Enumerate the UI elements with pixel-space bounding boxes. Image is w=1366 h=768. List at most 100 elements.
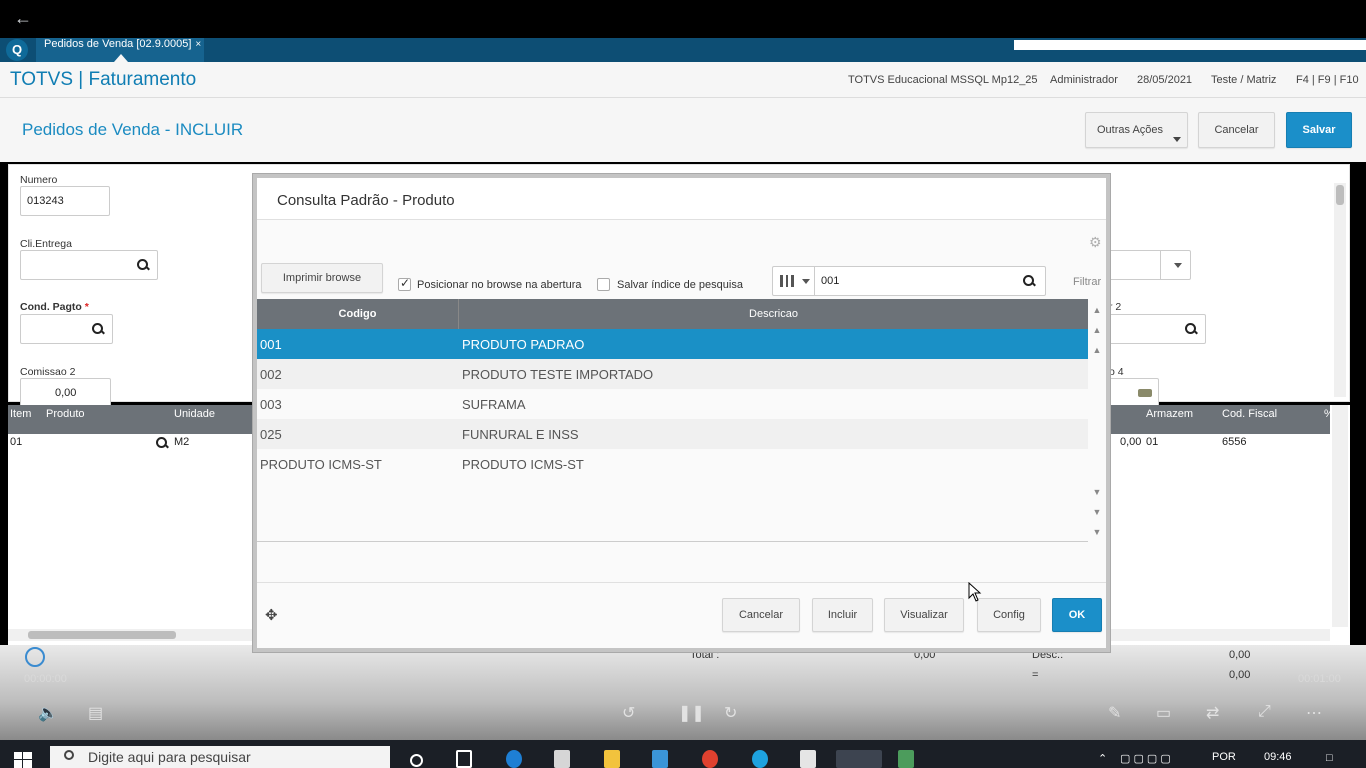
dropdown-field[interactable]: [1109, 250, 1191, 280]
cond-pagto-field[interactable]: [20, 314, 113, 344]
search-icon[interactable]: [1185, 323, 1197, 335]
fullscreen-icon[interactable]: ⤢: [1258, 703, 1271, 721]
language-indicator[interactable]: POR: [1212, 751, 1236, 763]
search-icon[interactable]: [137, 259, 149, 271]
terminal-icon[interactable]: [800, 750, 816, 768]
more-icon[interactable]: ⋯: [1306, 703, 1322, 723]
volume-icon[interactable]: 🔈: [38, 703, 58, 723]
grid-scrollbar[interactable]: [1332, 405, 1348, 627]
date-label[interactable]: 28/05/2021: [1137, 74, 1192, 86]
table-row[interactable]: 025 FUNRURAL E INSS: [257, 419, 1088, 449]
cell-unidade[interactable]: M2: [174, 436, 189, 448]
window-icon[interactable]: ▭: [1156, 703, 1171, 723]
mail-icon[interactable]: [652, 750, 668, 768]
scroll-page-up-icon[interactable]: ▲: [1090, 321, 1104, 339]
save-button[interactable]: Salvar: [1286, 112, 1352, 148]
ie-icon[interactable]: [752, 750, 768, 768]
store-icon[interactable]: [554, 750, 570, 768]
back-arrow-icon[interactable]: ←: [14, 8, 32, 29]
scroll-top-icon[interactable]: ▲: [1090, 301, 1104, 319]
chevron-down-icon: [802, 279, 810, 284]
user-label[interactable]: Administrador: [1050, 74, 1118, 86]
tray-chevron-icon[interactable]: ⌃: [1098, 752, 1107, 765]
partial-search-field[interactable]: [1109, 314, 1206, 344]
chevron-down-icon[interactable]: [1174, 263, 1182, 268]
task-view-icon[interactable]: [456, 750, 472, 768]
maps-icon[interactable]: [898, 750, 914, 768]
top-search-box[interactable]: [1014, 40, 1366, 50]
search-icon[interactable]: [156, 437, 168, 449]
filter-link[interactable]: Filtrar: [1073, 276, 1101, 288]
cell-descricao: PRODUTO TESTE IMPORTADO: [462, 367, 654, 382]
print-browse-button[interactable]: Imprimir browse: [261, 263, 383, 293]
col-armazem[interactable]: Armazem: [1146, 408, 1193, 420]
grid-hscroll-thumb[interactable]: [28, 631, 176, 639]
numero-field[interactable]: 013243: [20, 186, 110, 216]
share-icon[interactable]: ⇄: [1206, 703, 1219, 723]
desc-value: 0,00: [1229, 649, 1251, 661]
search-input[interactable]: 001: [821, 275, 839, 287]
modal-cancel-button[interactable]: Cancelar: [722, 598, 800, 632]
player-progress-knob[interactable]: [25, 647, 45, 667]
chrome-icon[interactable]: [702, 750, 718, 768]
active-app-icon[interactable]: [836, 750, 882, 768]
scroll-page-down-icon[interactable]: ▼: [1090, 503, 1104, 521]
taskbar-clock[interactable]: 09:46: [1264, 751, 1292, 763]
notifications-icon[interactable]: □: [1326, 752, 1333, 764]
save-index-checkbox[interactable]: [597, 278, 610, 291]
scroll-up-icon[interactable]: ▲: [1090, 341, 1104, 359]
scroll-bottom-icon[interactable]: ▼: [1090, 523, 1104, 541]
cell-cod-fiscal[interactable]: 6556: [1222, 436, 1246, 448]
col-codigo[interactable]: Codigo: [257, 299, 459, 329]
cell-item[interactable]: 01: [10, 436, 22, 448]
search-icon[interactable]: [92, 323, 104, 335]
tab-close-icon[interactable]: ×: [195, 39, 201, 50]
rewind-icon[interactable]: ↺: [622, 703, 635, 723]
col-unidade[interactable]: Unidade: [174, 408, 215, 420]
taskbar-search-placeholder: Digite aqui para pesquisar: [88, 749, 251, 765]
search-icon[interactable]: [1023, 275, 1035, 287]
position-checkbox[interactable]: [398, 276, 411, 291]
branch-label[interactable]: Teste / Matriz: [1211, 74, 1276, 86]
table-row[interactable]: 003 SUFRAMA: [257, 389, 1088, 419]
cli-entrega-field[interactable]: [20, 250, 158, 280]
edge-icon[interactable]: [506, 750, 522, 768]
col-cod-fiscal[interactable]: Cod. Fiscal: [1222, 408, 1277, 420]
move-icon[interactable]: ✥: [265, 606, 278, 624]
edit-icon[interactable]: ✎: [1108, 703, 1121, 723]
cell-codigo: 002: [260, 367, 282, 382]
cell-value[interactable]: 0,00: [1120, 436, 1141, 448]
gear-icon[interactable]: ⚙: [1089, 234, 1102, 251]
scroll-down-icon[interactable]: ▼: [1090, 483, 1104, 501]
partial-money-field[interactable]: [1109, 378, 1159, 408]
windows-start-icon[interactable]: [14, 752, 32, 768]
cancel-button[interactable]: Cancelar: [1198, 112, 1275, 148]
comissao2-label: Comissao 2: [20, 366, 76, 378]
tray-icons[interactable]: ▢ ▢ ▢ ▢: [1120, 752, 1171, 765]
table-row[interactable]: PRODUTO ICMS-ST PRODUTO ICMS-ST: [257, 449, 1088, 479]
form-scroll-thumb[interactable]: [1336, 185, 1344, 205]
col-produto[interactable]: Produto: [46, 408, 85, 420]
forward-icon[interactable]: ↻: [724, 703, 737, 723]
table-row[interactable]: 001 PRODUTO PADRAO: [257, 329, 1088, 359]
col-item[interactable]: Item: [10, 408, 31, 420]
column-selector[interactable]: [773, 267, 815, 295]
config-button[interactable]: Config: [977, 598, 1041, 632]
captions-icon[interactable]: ▤: [88, 703, 103, 723]
include-button[interactable]: Incluir: [812, 598, 873, 632]
col-descricao[interactable]: Descricao: [459, 299, 1088, 329]
table-row[interactable]: 002 PRODUTO TESTE IMPORTADO: [257, 359, 1088, 389]
form-scrollbar[interactable]: [1334, 183, 1346, 397]
mouse-cursor-icon: [968, 582, 982, 602]
other-actions-button[interactable]: Outras Ações: [1085, 112, 1188, 148]
file-explorer-icon[interactable]: [604, 750, 620, 768]
ok-button[interactable]: OK: [1052, 598, 1102, 632]
page-toolbar: Pedidos de Venda - INCLUIR Outras Ações …: [0, 98, 1366, 162]
taskbar-search-input[interactable]: Digite aqui para pesquisar: [50, 746, 390, 768]
view-button[interactable]: Visualizar: [884, 598, 964, 632]
cell-armazem[interactable]: 01: [1146, 436, 1158, 448]
pause-icon[interactable]: ❚❚: [678, 703, 705, 723]
totvs-logo-icon[interactable]: Q: [6, 39, 28, 61]
cortana-icon[interactable]: [410, 754, 423, 767]
comissao2-field[interactable]: 0,00: [20, 378, 111, 408]
